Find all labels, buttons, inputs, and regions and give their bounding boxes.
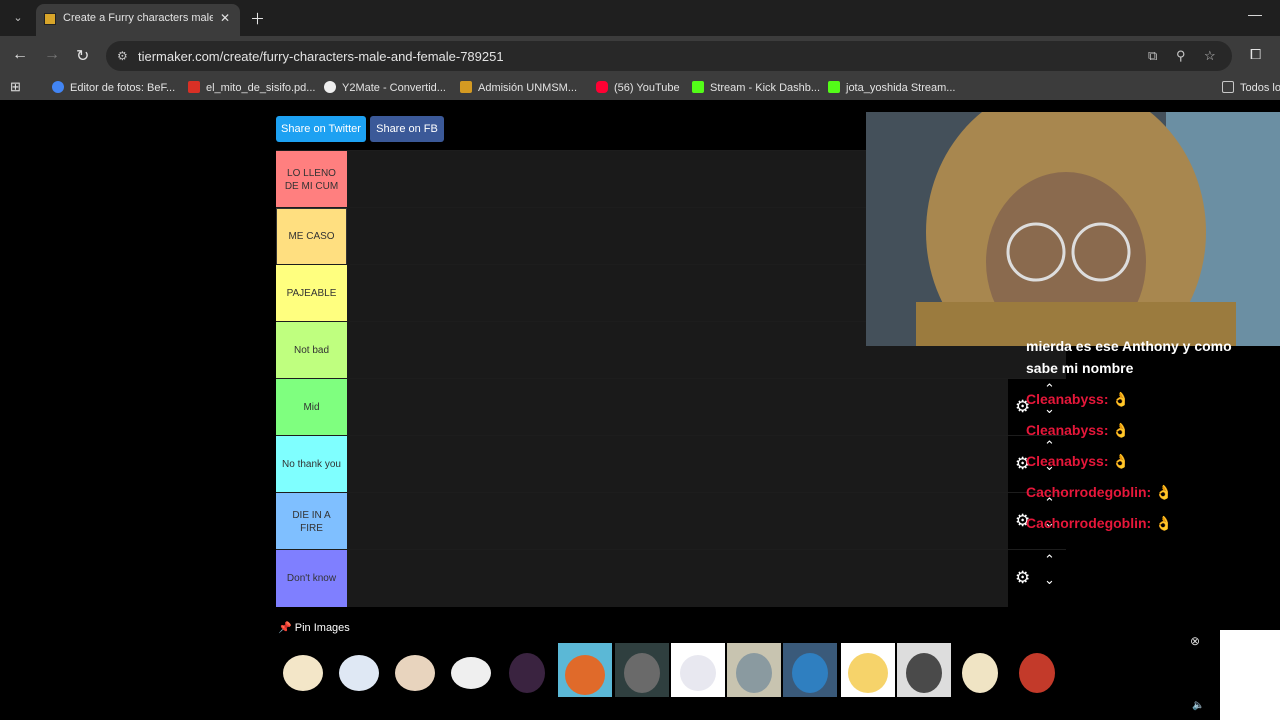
tier-label[interactable]: No thank you xyxy=(276,436,347,493)
tier-drop-zone[interactable] xyxy=(347,493,1066,550)
new-tab-icon[interactable]: ＋ xyxy=(250,8,265,29)
character-thumbnail[interactable] xyxy=(615,643,669,697)
folder-icon xyxy=(1222,81,1234,93)
apps-grid-icon[interactable]: ⊞ xyxy=(10,79,21,95)
chat-username: Cleanabyss: 👌 xyxy=(1026,391,1130,407)
forward-icon[interactable]: → xyxy=(44,46,60,64)
character-thumbnail[interactable] xyxy=(1010,643,1064,697)
bookmark-item[interactable]: Editor de fotos: BeF... xyxy=(52,81,175,94)
tier-label[interactable]: ME CASO xyxy=(276,208,347,265)
url-text: tiermaker.com/create/furry-characters-ma… xyxy=(138,49,504,64)
character-thumbnail[interactable] xyxy=(332,643,386,697)
browser-toolbar: ← → ↻ ⚙ tiermaker.com/create/furry-chara… xyxy=(0,36,1280,76)
character-thumbnail[interactable] xyxy=(727,643,781,697)
chat-username: Cachorrodegoblin: 👌 xyxy=(1026,484,1173,500)
close-circle-icon[interactable]: ⊗ xyxy=(1190,634,1200,648)
ad-panel xyxy=(1220,630,1280,720)
chat-username: Cleanabyss: 👌 xyxy=(1026,422,1130,438)
character-thumbnail[interactable] xyxy=(897,643,951,697)
tier-label[interactable]: DIE IN A FIRE xyxy=(276,493,347,550)
reload-icon[interactable]: ↻ xyxy=(76,46,89,66)
character-thumbnail[interactable] xyxy=(388,643,442,697)
tier-label[interactable]: Not bad xyxy=(276,322,347,379)
gear-icon[interactable]: ⚙ xyxy=(1015,568,1030,588)
tier-controls: ⚙ ⌃ ⌄ xyxy=(1008,550,1066,607)
chat-message: sabe mi nombre xyxy=(1026,360,1134,376)
character-thumbnail[interactable] xyxy=(953,643,1007,697)
site-info-icon[interactable]: ⚙ xyxy=(117,49,128,63)
kick-icon xyxy=(692,81,704,93)
kick-icon xyxy=(828,81,840,93)
tier-row: Don't know ⚙ ⌃ ⌄ xyxy=(276,549,1066,607)
share-twitter-button[interactable]: Share on Twitter xyxy=(276,116,366,142)
character-thumbnail[interactable] xyxy=(841,643,895,697)
character-thumbnail[interactable] xyxy=(444,643,498,697)
image-pool xyxy=(276,643,1068,720)
tier-drop-zone[interactable] xyxy=(347,379,1066,436)
google-icon xyxy=(52,81,64,93)
chat-username: Cachorrodegoblin: 👌 xyxy=(1026,515,1173,531)
webcam-person-image xyxy=(866,112,1280,346)
tab-search-button[interactable]: ⌄ xyxy=(8,8,28,28)
character-thumbnail[interactable] xyxy=(671,643,725,697)
hand-emoji-icon: 👌 xyxy=(1155,515,1173,531)
bookmark-item[interactable]: (56) YouTube xyxy=(596,81,680,94)
star-icon[interactable]: ☆ xyxy=(1204,48,1216,64)
hand-emoji-icon: 👌 xyxy=(1112,391,1130,407)
pdf-icon xyxy=(188,81,200,93)
extensions-icon[interactable]: ⧠ xyxy=(1250,46,1261,63)
bookmark-folder[interactable]: Todos lo xyxy=(1222,81,1280,94)
chevron-up-icon[interactable]: ⌃ xyxy=(1044,552,1055,568)
zoom-icon[interactable]: ⚲ xyxy=(1176,48,1186,64)
bookmark-item[interactable]: jota_yoshida Stream... xyxy=(828,81,955,94)
tier-row: No thank you ⚙ ⌃ ⌄ xyxy=(276,435,1066,493)
bookmark-item[interactable]: Stream - Kick Dashb... xyxy=(692,81,820,94)
translate-icon[interactable]: ⧉ xyxy=(1148,48,1157,64)
hand-emoji-icon: 👌 xyxy=(1112,422,1130,438)
tier-row: Mid ⚙ ⌃ ⌄ xyxy=(276,378,1066,436)
back-icon[interactable]: ← xyxy=(12,46,28,64)
character-thumbnail[interactable] xyxy=(276,643,330,697)
youtube-icon xyxy=(596,81,608,93)
chevron-up-icon[interactable]: ⌃ xyxy=(1044,438,1055,454)
tab-bar: ⌄ Create a Furry characters male and fem… xyxy=(0,0,1280,36)
tier-label[interactable]: PAJEABLE xyxy=(276,265,347,322)
tier-label[interactable]: Mid xyxy=(276,379,347,436)
hand-emoji-icon: 👌 xyxy=(1112,453,1130,469)
pin-images-toggle[interactable]: 📌 Pin Images xyxy=(278,621,350,634)
tier-label[interactable]: Don't know xyxy=(276,550,347,607)
hand-emoji-icon: 👌 xyxy=(1155,484,1173,500)
tab-title: Create a Furry characters male and femal… xyxy=(63,12,213,24)
corner-overlay: ⊗ 🔈 xyxy=(1186,630,1280,720)
character-thumbnail[interactable] xyxy=(500,643,554,697)
active-tab[interactable]: Create a Furry characters male and femal… xyxy=(36,4,240,36)
volume-icon[interactable]: 🔈 xyxy=(1192,700,1204,711)
pin-icon: 📌 xyxy=(278,622,292,634)
close-icon[interactable]: ✕ xyxy=(220,11,230,25)
tier-drop-zone[interactable] xyxy=(347,550,1066,607)
bookmark-item[interactable]: Y2Mate - Convertid... xyxy=(324,81,446,94)
character-thumbnail[interactable] xyxy=(558,643,612,697)
tier-label[interactable]: LO LLENO DE MI CUM xyxy=(276,151,347,208)
address-bar[interactable]: ⚙ tiermaker.com/create/furry-characters-… xyxy=(106,41,1232,71)
chat-message: mierda es ese Anthony y como xyxy=(1026,338,1232,354)
bookmark-item[interactable]: Admisión UNMSM... xyxy=(460,81,577,94)
bookmarks-bar: ⊞ Editor de fotos: BeF... el_mito_de_sis… xyxy=(0,76,1280,100)
bookmark-item[interactable]: el_mito_de_sisifo.pd... xyxy=(188,81,315,94)
chevron-down-icon[interactable]: ⌄ xyxy=(1044,572,1055,588)
character-thumbnail[interactable] xyxy=(783,643,837,697)
share-fb-button[interactable]: Share on FB xyxy=(370,116,444,142)
unmsm-icon xyxy=(460,81,472,93)
y2mate-icon xyxy=(324,81,336,93)
webcam-overlay xyxy=(866,112,1280,346)
tier-drop-zone[interactable] xyxy=(347,436,1066,493)
tier-row: DIE IN A FIRE ⚙ ⌃ ⌄ xyxy=(276,492,1066,550)
tiermaker-favicon-icon xyxy=(44,13,56,25)
chat-username: Cleanabyss: 👌 xyxy=(1026,453,1130,469)
minimize-icon[interactable]: — xyxy=(1248,6,1262,22)
